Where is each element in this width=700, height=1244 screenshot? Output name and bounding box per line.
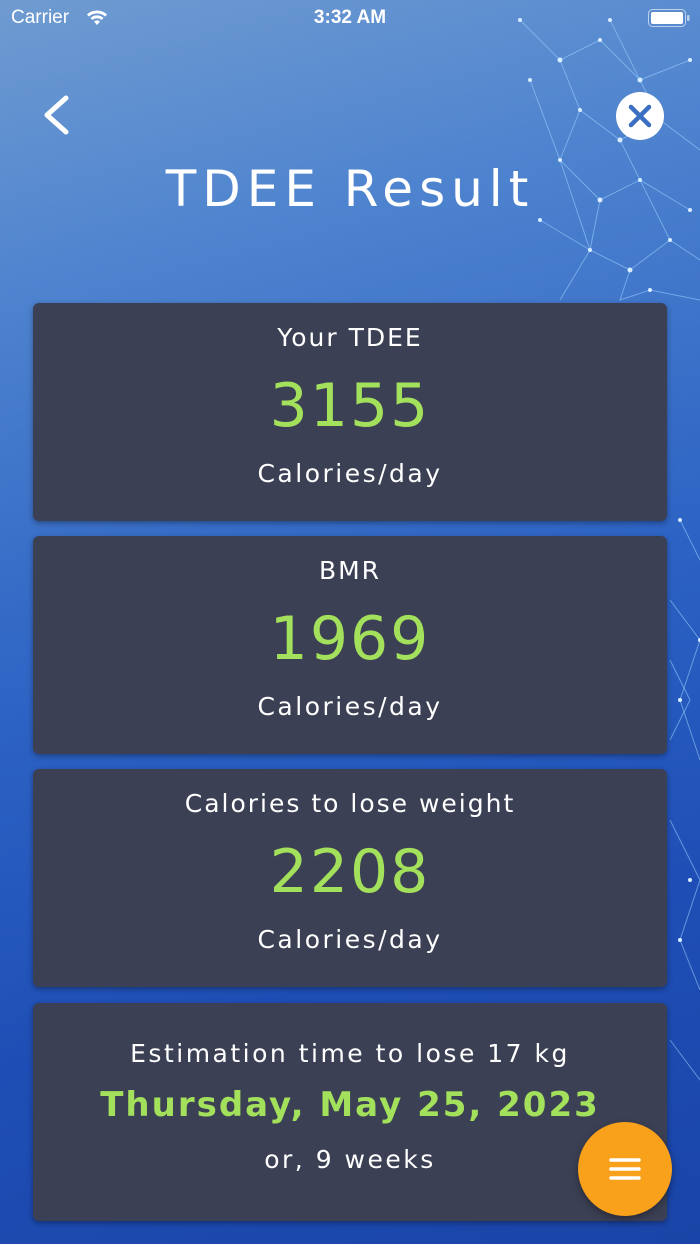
lose-weight-unit: Calories/day xyxy=(257,925,443,954)
estimation-label: Estimation time to lose 17 kg xyxy=(130,1039,570,1068)
status-bar: Carrier 3:32 AM xyxy=(0,0,700,36)
bmr-value: 1969 xyxy=(269,604,431,674)
status-time: 3:32 AM xyxy=(313,7,387,28)
close-button[interactable] xyxy=(616,92,664,140)
bmr-unit: Calories/day xyxy=(257,692,443,721)
page-title: TDEE Result xyxy=(165,160,535,218)
back-button[interactable] xyxy=(36,90,80,140)
close-icon xyxy=(628,104,652,128)
lose-weight-label: Calories to lose weight xyxy=(184,789,516,818)
bmr-label: BMR xyxy=(318,556,382,585)
estimation-weeks: or, 9 weeks xyxy=(264,1145,436,1174)
tdee-unit: Calories/day xyxy=(257,459,443,488)
chevron-left-icon xyxy=(44,95,69,135)
tdee-card: Your TDEE 3155 Calories/day xyxy=(33,303,667,521)
estimation-date: Thursday, May 25, 2023 xyxy=(100,1085,600,1125)
lose-weight-value: 2208 xyxy=(269,837,431,907)
menu-fab-button[interactable] xyxy=(578,1122,672,1216)
bmr-card: BMR 1969 Calories/day xyxy=(33,536,667,754)
menu-icon xyxy=(609,1158,641,1180)
tdee-label: Your TDEE xyxy=(277,323,423,352)
tdee-value: 3155 xyxy=(269,371,431,441)
lose-weight-card: Calories to lose weight 2208 Calories/da… xyxy=(33,769,667,987)
estimation-card: Estimation time to lose 17 kg Thursday, … xyxy=(33,1003,667,1221)
battery-icon xyxy=(648,9,690,27)
